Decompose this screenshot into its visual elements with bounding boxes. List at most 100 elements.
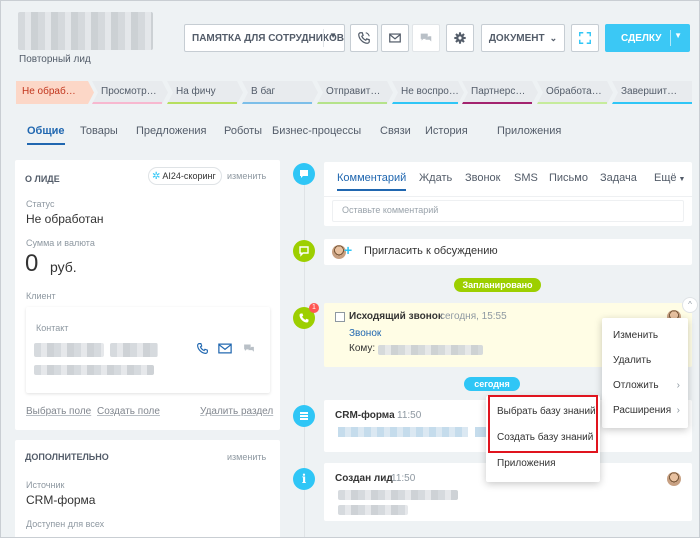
contact-chat-icon[interactable]	[242, 342, 256, 358]
call-button[interactable]	[350, 24, 378, 52]
tab-email[interactable]: Письмо	[549, 172, 588, 184]
tab-links[interactable]: Связи	[380, 125, 411, 137]
tab-more[interactable]: Ещё ▼	[654, 172, 685, 184]
contact-label: Контакт	[36, 323, 69, 333]
avatar	[667, 472, 681, 486]
chat-bubble-icon	[293, 240, 315, 262]
memo-button[interactable]: ПАМЯТКА ДЛЯ СОТРУДНИКОВ ▼	[184, 24, 345, 52]
call-link[interactable]: Звонок	[349, 328, 381, 339]
menu-item-select-knowledge-base[interactable]: Выбрать базу знаний	[486, 401, 600, 423]
source-value: CRM-форма	[26, 493, 96, 507]
settings-button[interactable]	[446, 24, 474, 52]
stage-item[interactable]: Не воспро…	[392, 81, 464, 104]
tab-business-processes[interactable]: Бизнес-процессы	[272, 125, 361, 137]
chevron-right-icon: ›	[676, 405, 680, 416]
sum-value: 0	[25, 250, 39, 277]
notification-badge: 1	[309, 303, 319, 313]
document-button[interactable]: ДОКУМЕНТ ⌄	[481, 24, 565, 52]
menu-item-applications[interactable]: Приложения	[486, 453, 600, 475]
status-value: Не обработан	[26, 212, 104, 226]
tab-quotes[interactable]: Предложения	[136, 125, 207, 137]
stage-color	[462, 102, 532, 104]
menu-item-delete[interactable]: Удалить	[602, 350, 688, 372]
edit-extra-link[interactable]: изменить	[227, 452, 266, 462]
complete-checkbox[interactable]	[335, 312, 345, 322]
source-label: Источник	[26, 480, 65, 490]
form-link-redacted	[338, 427, 468, 437]
chevron-down-icon[interactable]: ▼	[674, 31, 682, 40]
tab-products[interactable]: Товары	[80, 125, 118, 137]
select-field-link[interactable]: Выбрать поле	[26, 406, 91, 417]
stage-item[interactable]: Завершит…	[612, 81, 692, 104]
stage-label: Отправит…	[326, 86, 381, 97]
chevron-down-icon[interactable]: ▼	[329, 31, 337, 40]
today-pill: сегодня	[464, 377, 520, 391]
lead-title-redacted	[18, 12, 153, 50]
ai-scoring-chip[interactable]: ✲ AI24-скоринг	[148, 167, 222, 185]
fullscreen-button[interactable]	[571, 24, 599, 52]
stage-item[interactable]: Не обраб…	[16, 81, 94, 104]
call-time: сегодня, 15:55	[440, 311, 507, 322]
to-label: Кому:	[349, 343, 376, 354]
menu-item-postpone[interactable]: Отложить ›	[602, 375, 688, 397]
currency-value: руб.	[50, 259, 77, 275]
lead-created-title: Создан лид	[335, 473, 393, 484]
menu-item-edit[interactable]: Изменить	[602, 325, 688, 347]
contact-detail-redacted	[34, 365, 154, 375]
tab-history[interactable]: История	[425, 125, 468, 137]
edit-about-link[interactable]: изменить	[227, 171, 266, 181]
create-deal-label: СДЕЛКУ	[621, 32, 662, 44]
call-title[interactable]: Исходящий звонок	[349, 311, 443, 322]
comment-input[interactable]: Оставьте комментарий	[332, 200, 684, 222]
info-glyph: i	[301, 472, 307, 486]
lead-created-time: 11:50	[391, 473, 416, 484]
tab-comment[interactable]: Комментарий	[337, 172, 407, 191]
delete-section-link[interactable]: Удалить раздел	[200, 406, 273, 417]
create-field-link[interactable]: Создать поле	[97, 406, 160, 417]
status-label: Статус	[26, 199, 55, 209]
menu-item-label: Отложить	[613, 380, 659, 391]
stage-item[interactable]: Партнерс…	[462, 81, 538, 104]
planned-pill: Запланировано	[454, 278, 541, 292]
stage-item[interactable]: Обработа…	[537, 81, 613, 104]
chat-icon	[420, 33, 432, 42]
divider	[670, 30, 671, 46]
menu-item-create-knowledge-base[interactable]: Создать базу знаний	[486, 427, 600, 449]
stage-item[interactable]: На фичу	[167, 81, 243, 104]
create-deal-button[interactable]: СДЕЛКУ ▼	[605, 24, 690, 52]
tab-robots[interactable]: Роботы	[224, 125, 262, 137]
phone-icon	[358, 32, 370, 44]
tab-sms[interactable]: SMS	[514, 172, 538, 184]
sum-label: Сумма и валюта	[26, 238, 95, 248]
stage-item[interactable]: Просмотр…	[92, 81, 168, 104]
stage-item[interactable]: В баг	[242, 81, 318, 104]
info-icon: i	[293, 468, 315, 490]
tab-wait[interactable]: Ждать	[419, 172, 452, 184]
stage-label: Партнерс…	[471, 86, 526, 97]
gear-icon	[454, 32, 466, 44]
tab-task[interactable]: Задача	[600, 172, 637, 184]
access-label: Доступен для всех	[26, 519, 105, 529]
tab-call[interactable]: Звонок	[465, 172, 501, 184]
contact-name-redacted	[34, 343, 104, 357]
tab-applications[interactable]: Приложения	[497, 125, 561, 137]
stage-label: Не обраб…	[22, 86, 76, 97]
collapse-icon[interactable]: ^	[682, 297, 698, 313]
stage-item[interactable]: Отправит…	[317, 81, 393, 104]
form-title[interactable]: CRM-форма	[335, 410, 395, 421]
lead-detail-redacted	[338, 490, 458, 500]
chevron-down-icon: ⌄	[549, 32, 558, 43]
scoring-icon: ✲	[152, 170, 161, 182]
chat-button[interactable]	[412, 24, 440, 52]
menu-item-extensions[interactable]: Расширения ›	[602, 400, 688, 422]
activity-context-menu: Изменить Удалить Отложить › Расширения ›	[602, 318, 688, 428]
tab-general[interactable]: Общие	[27, 125, 65, 145]
email-button[interactable]	[381, 24, 409, 52]
comment-icon	[293, 163, 315, 185]
chevron-down-icon: ▼	[678, 176, 686, 183]
contact-mail-icon[interactable]	[218, 343, 232, 357]
contact-call-icon[interactable]	[196, 342, 209, 358]
expand-icon	[579, 32, 591, 44]
invite-row[interactable]: + Пригласить к обсуждению	[324, 239, 692, 265]
lead-subtitle: Повторный лид	[19, 54, 91, 65]
